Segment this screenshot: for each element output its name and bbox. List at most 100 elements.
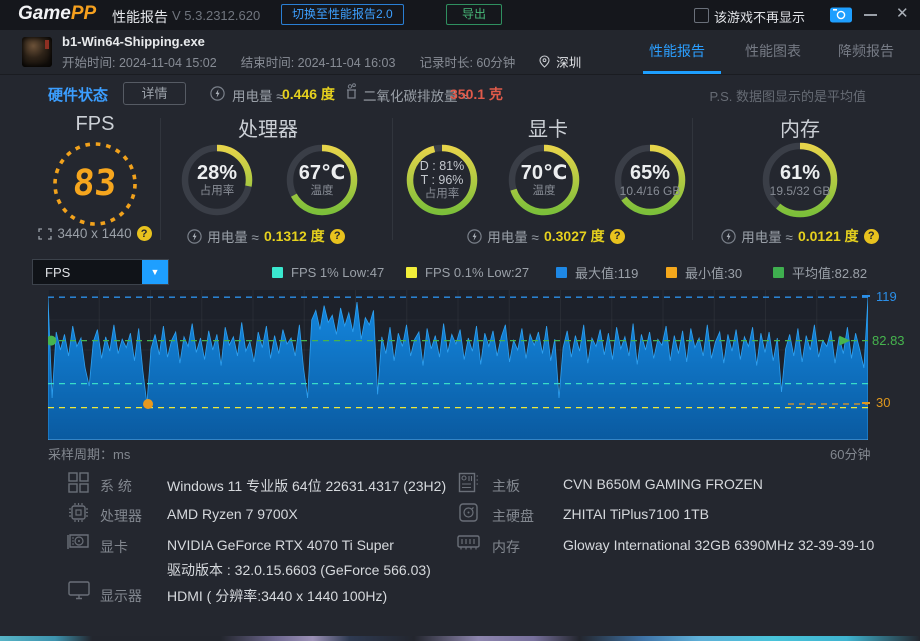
- gpu-total-usage: T : 96%: [420, 173, 464, 188]
- fps-gauge-title: FPS: [75, 113, 115, 135]
- ram-power-help-icon[interactable]: ?: [863, 228, 879, 244]
- monitor-icon: [68, 581, 90, 600]
- cpu-info-value: AMD Ryzen 7 9700X: [167, 506, 298, 522]
- location-pin-icon: [539, 55, 550, 68]
- co2-value: 350.1 克: [450, 86, 503, 102]
- x-axis-right-label: 60分钟: [830, 447, 871, 462]
- fps-resolution: 3440 x 1440: [57, 226, 132, 241]
- version-text: V 5.3.2312.620: [172, 8, 261, 23]
- motherboard-value: CVN B650M GAMING FROZEN: [563, 476, 763, 492]
- record-duration: 记录时长: 60分钟: [419, 56, 516, 70]
- desktop-wallpaper-sliver: [0, 636, 920, 641]
- cpu-temp-value: 67℃: [298, 161, 346, 184]
- gpu-icon: [67, 534, 89, 549]
- tab-performance-report[interactable]: 性能报告: [649, 41, 705, 61]
- tab-performance-chart[interactable]: 性能图表: [745, 41, 801, 61]
- cpu-power-value: 0.1312 度: [263, 228, 325, 244]
- hardware-status-title: 硬件状态: [48, 87, 109, 104]
- ram-detail: 19.5/32 GB: [769, 183, 831, 198]
- cpu-gauge-title: 处理器: [238, 119, 298, 141]
- cpu-temp-label: 温度: [310, 184, 334, 197]
- location: 深圳: [539, 52, 581, 71]
- gamepp-logo: GamePP: [18, 3, 97, 24]
- cpu-power-help-icon[interactable]: ?: [329, 228, 345, 244]
- power-icon: [721, 228, 736, 244]
- system-icon: [68, 472, 89, 493]
- x-axis-left-label: 采样周期：ms: [48, 447, 131, 462]
- hide-game-checkbox[interactable]: [694, 8, 709, 23]
- ram-pct: 61%: [779, 161, 821, 184]
- tab-throttle-report[interactable]: 降频报告: [838, 41, 894, 61]
- legend-swatch: [556, 266, 567, 278]
- disk-label: 主硬盘: [492, 508, 534, 524]
- gpu-power-row: 用电量 ≈ 0.3027 度 ?: [446, 226, 646, 246]
- gpu-vram-detail: 10.4/16 GB: [619, 183, 681, 198]
- cpu-usage-label: 占用率: [199, 184, 235, 197]
- active-tab-underline: [643, 71, 721, 74]
- game-icon: [22, 37, 52, 67]
- switch-report-2-button[interactable]: 切换至性能报告2.0: [281, 4, 404, 25]
- power-usage-label: 用电量 ≈: [232, 89, 284, 104]
- gpu-temp-ring: 70℃ 温度: [506, 142, 582, 218]
- gpu-info-value: NVIDIA GeForce RTX 4070 Ti Super: [167, 537, 394, 553]
- legend-item-1pct-low: FPS 1% Low:47: [272, 259, 384, 285]
- chevron-down-icon[interactable]: ▼: [142, 260, 168, 284]
- gpu-power-value: 0.3027 度: [543, 228, 605, 244]
- screen-icon: [38, 227, 52, 240]
- monitor-label: 显示器: [100, 588, 142, 604]
- ram-power-value: 0.0121 度: [797, 228, 859, 244]
- legend-item-avg: 平均值:82.82: [773, 259, 867, 285]
- legend-swatch: [406, 266, 417, 278]
- legend-swatch: [272, 266, 283, 278]
- y-label-avg: 82.83: [872, 333, 905, 348]
- export-button[interactable]: 导出: [446, 4, 503, 25]
- gpu-vram-ring: 65% 10.4/16 GB: [612, 142, 688, 218]
- fps-help-icon[interactable]: ?: [136, 226, 152, 241]
- y-tick: [862, 295, 870, 297]
- ram-ring: 61% 19.5/32 GB: [760, 140, 840, 220]
- exe-name: b1-Win64-Shipping.exe: [62, 34, 205, 49]
- power-usage-value: 0.446 度: [282, 86, 335, 102]
- hide-game-label: 该游戏不再显示: [714, 10, 806, 25]
- session-header: b1-Win64-Shipping.exe 开始时间: 2024-11-04 1…: [0, 30, 920, 75]
- cpu-info-label: 处理器: [100, 508, 142, 524]
- ram-info-value: Gloway International 32GB 6390MHz 32-39-…: [563, 537, 875, 553]
- gpu-power-label: 用电量 ≈: [487, 230, 539, 245]
- screenshot-camera-icon[interactable]: [830, 6, 852, 23]
- close-button[interactable]: ✕: [896, 5, 909, 23]
- fps-gauge: 83: [46, 135, 144, 233]
- y-label-min: 30: [876, 395, 891, 410]
- motherboard-label: 主板: [492, 478, 520, 494]
- ram-info-label: 内存: [492, 539, 520, 555]
- gpu-temp-label: 温度: [532, 184, 556, 197]
- motherboard-icon: [458, 472, 478, 493]
- fps-chart: [48, 290, 868, 440]
- legend-swatch: [666, 266, 677, 278]
- legend-swatch: [773, 266, 784, 278]
- gpu-usage-label: 占用率: [424, 187, 460, 200]
- cpu-temp-ring: 67℃ 温度: [284, 142, 360, 218]
- gpu-gauge-title: 显卡: [528, 119, 568, 141]
- power-icon: [210, 86, 225, 101]
- gpu-usage-ring: D : 81% T : 96% 占用率: [404, 142, 480, 218]
- divider: [692, 118, 693, 240]
- minimize-button[interactable]: [864, 14, 877, 16]
- title-bar: GamePP 性能报告 V 5.3.2312.620 切换至性能报告2.0 导出…: [0, 0, 920, 30]
- cpu-usage-value: 28%: [196, 161, 238, 184]
- detail-button[interactable]: 详情: [123, 82, 186, 105]
- divider: [392, 118, 393, 240]
- cpu-icon: [69, 503, 88, 522]
- system-value: Windows 11 专业版 64位 22631.4317 (23H2): [167, 478, 447, 494]
- ram-icon: [457, 535, 480, 550]
- co2-chimney-icon: [347, 83, 356, 99]
- gpu-3d-usage: D : 81%: [419, 159, 465, 174]
- avg-note: P.S. 数据图显示的是平均值: [709, 89, 866, 104]
- gpu-power-help-icon[interactable]: ?: [609, 228, 625, 244]
- divider: [160, 118, 161, 240]
- session-meta: 开始时间: 2024-11-04 15:02 结束时间: 2024-11-04 …: [62, 52, 581, 71]
- power-icon: [187, 228, 202, 244]
- system-label: 系 统: [100, 478, 132, 494]
- metric-dropdown[interactable]: FPS ▼: [32, 259, 169, 285]
- fps-resolution-row: 3440 x 1440 ?: [20, 226, 170, 241]
- y-tick: [862, 402, 870, 404]
